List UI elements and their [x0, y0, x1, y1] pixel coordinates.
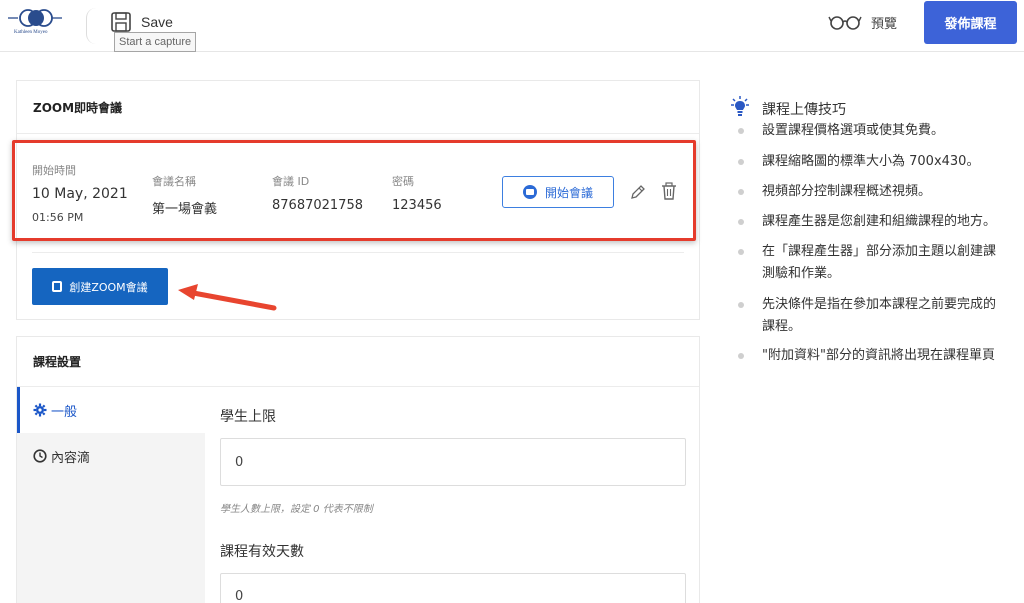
annotation-arrow-icon: [178, 284, 277, 311]
tab-content-drip-label: 內容滴: [51, 450, 91, 466]
preview-label: 預覽: [871, 16, 898, 32]
gear-icon: [33, 403, 47, 417]
settings-side-nav: 一般 內容滴: [17, 387, 205, 603]
tab-general[interactable]: 一般: [17, 387, 205, 433]
zoom-camera-icon: [522, 185, 537, 199]
preview-button[interactable]: 預覽: [828, 12, 897, 32]
create-zoom-meeting-button[interactable]: 創建ZOOM會議: [32, 268, 168, 305]
capture-tooltip: Start a capture: [114, 32, 197, 52]
edit-pencil-icon[interactable]: [628, 182, 648, 202]
start-meeting-label: 開始會議: [544, 185, 593, 200]
password-label: 密碼: [392, 175, 414, 188]
meeting-date: 10 May, 2021: [32, 186, 128, 202]
save-button[interactable]: Save: [110, 10, 173, 34]
student-limit-input[interactable]: 0: [220, 438, 686, 486]
row-divider: [32, 252, 684, 253]
glasses-icon: [828, 16, 862, 30]
clock-icon: [33, 449, 47, 463]
meeting-name-label: 會議名稱: [152, 175, 196, 188]
meeting-password: 123456: [392, 198, 442, 213]
start-time-label: 開始時間: [32, 164, 76, 177]
tab-content-drip[interactable]: 內容滴: [17, 433, 205, 479]
course-valid-days-input[interactable]: 0: [220, 573, 686, 603]
tab-general-label: 一般: [51, 404, 78, 420]
student-limit-hint: 學生人數上限，設定 0 代表不限制: [220, 504, 373, 515]
meeting-time: 01:56 PM: [32, 211, 84, 224]
meeting-id-label: 會議 ID: [272, 175, 310, 188]
course-settings-title: 課程設置: [17, 337, 699, 387]
zoom-panel-title: ZOOM即時會議: [17, 81, 699, 134]
calendar-icon: [52, 281, 63, 292]
floppy-disk-icon: [111, 12, 131, 32]
top-bar: Kathleen Moyeo Save Start a capture 預覽 發…: [0, 0, 1024, 52]
student-limit-label: 學生上限: [220, 409, 276, 425]
logo-text: Kathleen Moyeo: [14, 30, 48, 35]
lightbulb-icon: [731, 96, 749, 116]
save-label: Save: [141, 14, 173, 30]
create-zoom-label: 創建ZOOM會議: [69, 280, 148, 294]
meeting-id: 87687021758: [272, 198, 363, 213]
meeting-name: 第一場會義: [152, 202, 218, 217]
delete-trash-icon[interactable]: [659, 181, 679, 201]
toolbar-divider: [86, 8, 96, 44]
tips-title: 課程上傳技巧: [762, 102, 846, 118]
start-meeting-button[interactable]: 開始會議: [502, 176, 614, 208]
brand-logo[interactable]: Kathleen Moyeo: [8, 6, 68, 46]
publish-course-button[interactable]: 發佈課程: [924, 1, 1017, 44]
course-valid-days-label: 課程有效天數: [220, 544, 304, 560]
